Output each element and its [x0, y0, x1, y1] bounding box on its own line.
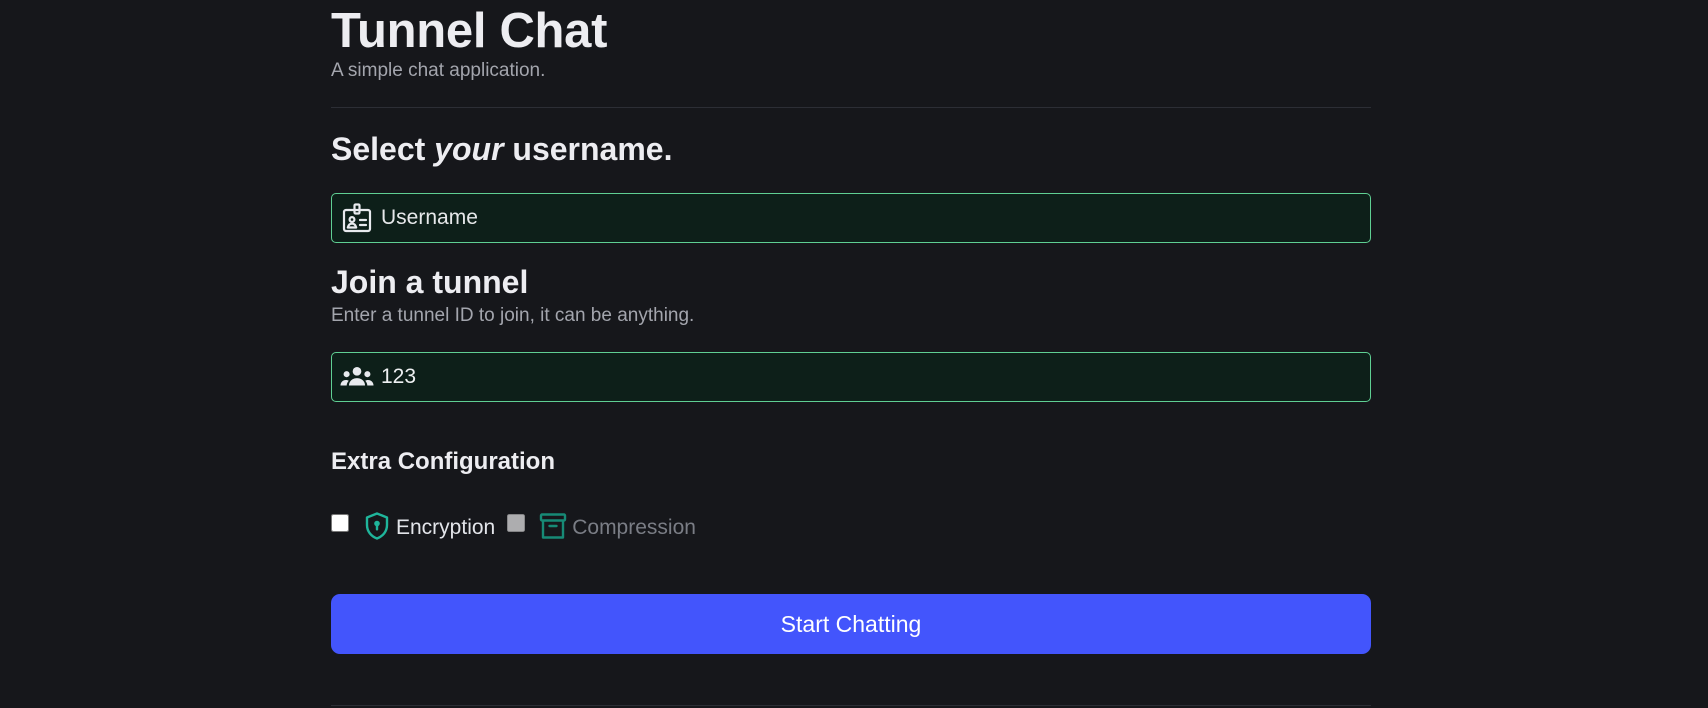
archive-box-icon: [539, 511, 567, 541]
tunnel-description: Enter a tunnel ID to join, it can be any…: [331, 305, 695, 326]
footer-divider: [331, 705, 1371, 706]
username-heading: Select your username.: [331, 131, 672, 168]
tunnel-field-group: [331, 352, 1371, 402]
id-badge-icon: [340, 201, 374, 235]
encryption-checkbox[interactable]: [331, 514, 349, 532]
shield-lock-icon: [363, 511, 391, 541]
extra-config-heading: Extra Configuration: [331, 448, 556, 475]
start-chatting-button[interactable]: Start Chatting: [331, 594, 1371, 654]
compression-label: Compression: [572, 516, 696, 539]
username-heading-emphasis: your: [434, 131, 504, 167]
header-divider: [331, 107, 1371, 108]
encryption-label: Encryption: [396, 516, 496, 539]
app-subtitle: A simple chat application.: [331, 60, 546, 81]
username-input[interactable]: [374, 194, 1370, 242]
app-title: Tunnel Chat: [331, 4, 608, 58]
tunnel-id-input[interactable]: [374, 353, 1370, 401]
extra-config-options: Encryption Compression: [331, 509, 696, 543]
username-heading-after: username.: [503, 131, 673, 167]
compression-checkbox[interactable]: [507, 514, 526, 532]
username-field-group: [331, 193, 1371, 243]
tunnel-heading: Join a tunnel: [331, 264, 529, 300]
users-group-icon: [340, 360, 374, 394]
username-heading-before: Select: [331, 131, 435, 167]
